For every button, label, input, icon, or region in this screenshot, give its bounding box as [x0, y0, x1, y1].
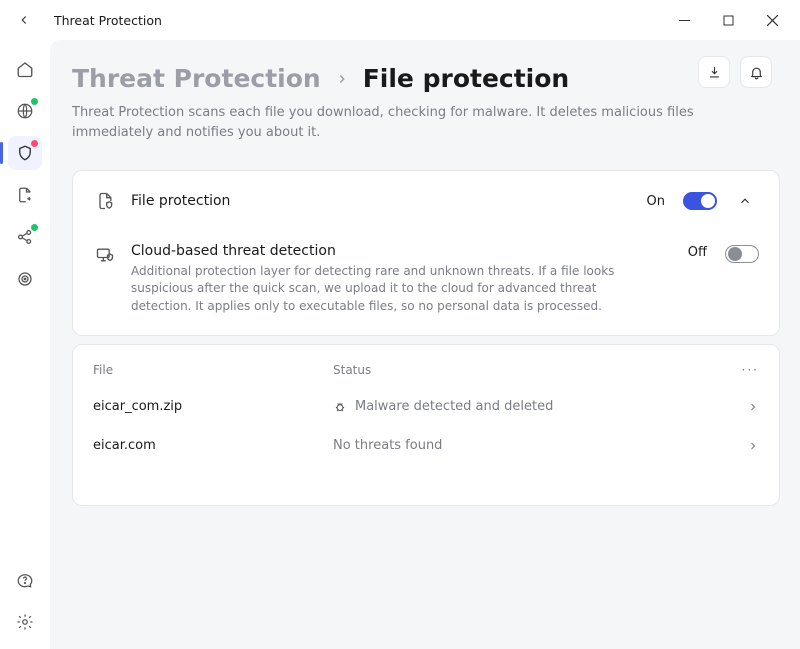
status-dot-icon	[31, 98, 38, 105]
status-dot-icon	[31, 140, 38, 147]
setting-cloud-detection[interactable]: Cloud-based threat detection Additional …	[73, 227, 779, 331]
page-subtitle: Threat Protection scans each file you do…	[72, 103, 712, 142]
toggle-state-label: On	[647, 194, 665, 209]
setting-description: Additional protection layer for detectin…	[131, 263, 651, 315]
cloud-detection-toggle[interactable]	[725, 245, 759, 263]
gear-icon	[16, 613, 34, 631]
file-protection-toggle[interactable]	[683, 192, 717, 210]
sidebar-item-target[interactable]	[8, 262, 42, 296]
breadcrumb: Threat Protection File protection	[72, 64, 780, 93]
setting-title: Cloud-based threat detection	[131, 243, 674, 259]
settings-card: File protection On Cloud-based threat de…	[72, 170, 780, 336]
status-text: Malware detected and deleted	[355, 399, 553, 414]
chevron-up-icon	[738, 194, 752, 208]
shield-icon	[16, 144, 34, 162]
back-arrow-icon	[17, 13, 31, 27]
page-title: File protection	[363, 64, 570, 93]
scan-results-card: File Status ··· eicar_com.zip Malware de…	[72, 344, 780, 506]
help-icon	[16, 571, 34, 589]
monitor-shield-icon	[95, 245, 115, 265]
share-icon	[16, 228, 34, 246]
maximize-button[interactable]	[706, 0, 750, 40]
minimize-icon	[679, 15, 690, 26]
chevron-right-icon	[335, 72, 349, 86]
status-text: No threats found	[333, 438, 442, 453]
sidebar	[0, 40, 50, 649]
breadcrumb-root[interactable]: Threat Protection	[72, 64, 321, 93]
close-icon	[767, 15, 778, 26]
setting-file-protection[interactable]: File protection On	[73, 175, 779, 227]
download-icon	[707, 65, 722, 80]
column-header-status: Status	[333, 363, 729, 377]
file-arrow-icon	[16, 186, 34, 204]
window-title: Threat Protection	[54, 13, 162, 28]
file-name: eicar_com.zip	[93, 399, 333, 414]
file-name: eicar.com	[93, 438, 333, 453]
back-button[interactable]	[10, 6, 38, 34]
sidebar-item-threat-protection[interactable]	[8, 136, 42, 170]
toggle-state-label: Off	[688, 245, 707, 260]
globe-icon	[16, 102, 34, 120]
more-button[interactable]: ···	[742, 363, 759, 377]
chevron-right-icon	[747, 401, 759, 413]
status-dot-icon	[31, 224, 38, 231]
notifications-button[interactable]	[740, 56, 772, 88]
target-icon	[16, 270, 34, 288]
sidebar-item-browse[interactable]	[8, 94, 42, 128]
column-header-file: File	[93, 363, 333, 377]
main-content: Threat Protection File protection Threat…	[50, 40, 800, 649]
bug-icon	[333, 400, 347, 414]
table-row[interactable]: eicar_com.zip Malware detected and delet…	[73, 387, 779, 426]
download-button[interactable]	[698, 56, 730, 88]
sidebar-item-settings[interactable]	[8, 605, 42, 639]
setting-title: File protection	[131, 193, 633, 209]
sidebar-item-home[interactable]	[8, 52, 42, 86]
titlebar: Threat Protection	[0, 0, 800, 40]
minimize-button[interactable]	[662, 0, 706, 40]
sidebar-item-help[interactable]	[8, 563, 42, 597]
collapse-button[interactable]	[731, 194, 759, 208]
table-row[interactable]: eicar.com No threats found	[73, 426, 779, 465]
maximize-icon	[723, 15, 734, 26]
home-icon	[16, 60, 34, 78]
sidebar-item-share[interactable]	[8, 220, 42, 254]
close-button[interactable]	[750, 0, 794, 40]
file-shield-icon	[95, 191, 115, 211]
chevron-right-icon	[747, 440, 759, 452]
bell-icon	[749, 65, 764, 80]
sidebar-item-files[interactable]	[8, 178, 42, 212]
